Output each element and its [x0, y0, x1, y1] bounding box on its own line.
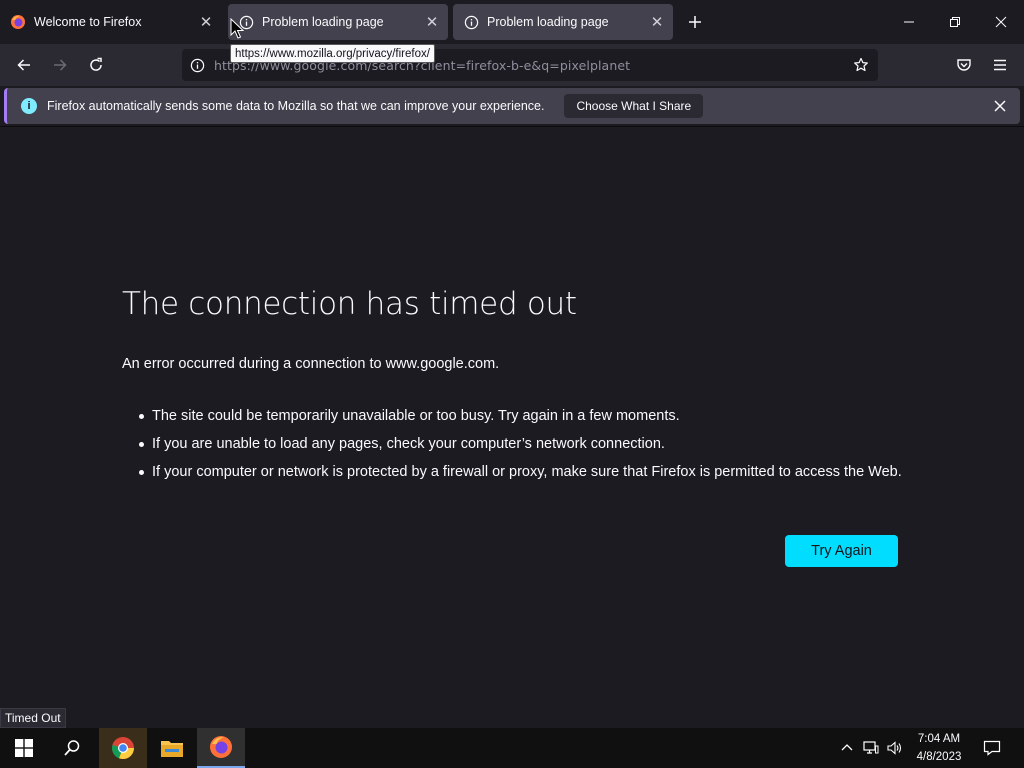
- info-icon: i: [21, 98, 37, 114]
- firefox-taskbar-button[interactable]: [197, 728, 245, 768]
- back-button[interactable]: [10, 52, 38, 78]
- tab-welcome[interactable]: Welcome to Firefox ✕: [0, 4, 222, 40]
- navigation-toolbar: https://www.google.com/search?client=fir…: [0, 44, 1024, 86]
- clock-time: 7:04 AM: [917, 733, 961, 745]
- network-button[interactable]: [860, 728, 882, 768]
- error-title: The connection has timed out: [122, 286, 577, 322]
- tab-strip: Welcome to Firefox ✕ Problem loading pag…: [0, 0, 1024, 44]
- minimize-icon: [904, 21, 914, 23]
- tab-label: Problem loading page: [262, 15, 384, 29]
- hamburger-menu-icon: [994, 59, 1006, 71]
- list-item: If your computer or network is protected…: [138, 462, 908, 482]
- forward-button[interactable]: [46, 52, 74, 78]
- close-tab-icon[interactable]: ✕: [198, 14, 214, 31]
- new-tab-button[interactable]: [683, 10, 707, 34]
- notification-text: Firefox automatically sends some data to…: [47, 99, 545, 113]
- app-menu-button[interactable]: [986, 52, 1014, 78]
- restore-icon: [950, 17, 960, 27]
- close-icon: [994, 100, 1006, 112]
- action-center-button[interactable]: [978, 728, 1006, 768]
- reload-icon: [90, 57, 102, 71]
- windows-taskbar: 7:04 AM 4/8/2023: [0, 728, 1024, 768]
- list-item: The site could be temporarily unavailabl…: [138, 406, 908, 426]
- link-tooltip: https://www.mozilla.org/privacy/firefox/: [230, 44, 435, 63]
- status-panel: Timed Out: [0, 708, 66, 728]
- mouse-cursor-icon: [230, 18, 244, 39]
- chrome-taskbar-button[interactable]: [99, 728, 147, 768]
- tab-problem-loading-2[interactable]: Problem loading page ✕: [453, 4, 673, 40]
- close-window-button[interactable]: [978, 0, 1024, 44]
- clock-date: 4/8/2023: [916, 751, 962, 763]
- restore-button[interactable]: [932, 0, 978, 44]
- start-button[interactable]: [0, 728, 48, 768]
- info-icon: [463, 14, 479, 30]
- close-notification-button[interactable]: [990, 96, 1010, 116]
- search-button[interactable]: [48, 728, 96, 768]
- volume-button[interactable]: [884, 728, 906, 768]
- pocket-icon: [957, 59, 971, 71]
- try-again-button[interactable]: Try Again: [785, 535, 898, 567]
- close-icon: [995, 16, 1007, 28]
- chrome-icon: [112, 737, 135, 760]
- error-description: An error occurred during a connection to…: [122, 356, 500, 372]
- tab-label: Problem loading page: [487, 15, 609, 29]
- close-tab-icon[interactable]: ✕: [649, 14, 665, 31]
- notification-icon: [983, 740, 1001, 756]
- plus-icon: [689, 16, 701, 28]
- toolbar-divider: [0, 126, 1024, 127]
- tab-problem-loading-1[interactable]: Problem loading page ✕: [228, 4, 448, 40]
- windows-logo-icon: [15, 739, 33, 757]
- error-suggestions-list: The site could be temporarily unavailabl…: [138, 406, 908, 490]
- choose-what-i-share-button[interactable]: Choose What I Share: [564, 94, 704, 118]
- speaker-icon: [887, 741, 902, 755]
- pocket-button[interactable]: [950, 52, 978, 78]
- reload-button[interactable]: [82, 52, 110, 78]
- bookmark-star-icon[interactable]: [850, 54, 872, 76]
- folder-icon: [161, 741, 183, 757]
- file-explorer-taskbar-button[interactable]: [148, 728, 196, 768]
- taskbar-clock[interactable]: 7:04 AM 4/8/2023: [908, 730, 970, 766]
- back-arrow-icon: [17, 59, 30, 71]
- list-item: If you are unable to load any pages, che…: [138, 434, 908, 454]
- firefox-icon: [10, 14, 26, 30]
- tab-label: Welcome to Firefox: [34, 15, 142, 29]
- show-hidden-icons-button[interactable]: [836, 728, 858, 768]
- search-icon: [64, 740, 80, 756]
- chevron-up-icon: [841, 744, 853, 751]
- firefox-icon: [210, 736, 232, 758]
- network-icon: [863, 741, 879, 754]
- data-notification-bar: i Firefox automatically sends some data …: [4, 88, 1020, 124]
- site-info-icon[interactable]: [188, 56, 206, 74]
- minimize-button[interactable]: [886, 0, 932, 44]
- close-tab-icon[interactable]: ✕: [424, 14, 440, 31]
- forward-arrow-icon: [54, 59, 67, 71]
